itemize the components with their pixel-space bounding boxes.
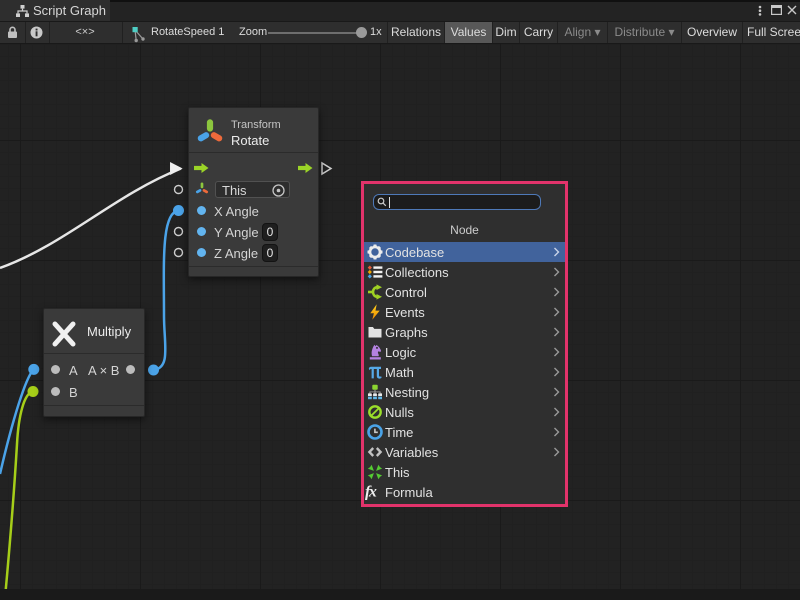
svg-text:fx: fx: [365, 484, 377, 501]
